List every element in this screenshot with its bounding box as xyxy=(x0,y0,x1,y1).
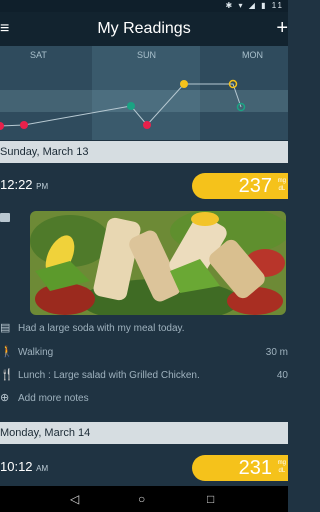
meal-text: Lunch : Large salad with Grilled Chicken… xyxy=(18,370,200,381)
activity-text: Walking xyxy=(18,347,54,358)
series-line xyxy=(0,83,242,127)
camera-icon[interactable] xyxy=(0,213,10,222)
reading-time: 12:22 PM xyxy=(0,177,48,192)
add-icon[interactable]: + xyxy=(276,17,288,40)
day-header-label: Sunday, March 13 xyxy=(0,146,89,158)
note-icon: ▤ xyxy=(0,322,11,334)
app-bar: ≡ My Readings + xyxy=(0,12,288,46)
reading-time-ampm: AM xyxy=(36,464,49,473)
reading-time-value: 12:22 xyxy=(0,177,33,192)
reading-point-3 xyxy=(127,102,135,110)
reading-point-5 xyxy=(180,80,188,88)
add-notes-label: Add more notes xyxy=(18,393,89,404)
add-circle-icon: ⊕ xyxy=(0,392,10,404)
glucose-unit-bottom: dL xyxy=(278,186,286,192)
meal-photo-image xyxy=(30,211,286,315)
glucose-value-pill[interactable]: 231 mg dL xyxy=(192,455,288,481)
meal-photo[interactable] xyxy=(30,211,286,315)
glucose-value-pill[interactable]: 237 mg dL xyxy=(192,173,288,199)
day-header: Monday, March 14 xyxy=(0,422,288,444)
glucose-value: 237 xyxy=(238,175,272,197)
activity-row[interactable]: 🚶 Walking 30 m xyxy=(0,344,288,362)
activity-duration: 30 m xyxy=(265,347,288,358)
glucose-unit-bottom: dL xyxy=(278,468,286,474)
status-icons: ✱ ▾ ◢ ▮ 11 xyxy=(225,1,284,10)
reading-point-1 xyxy=(0,122,4,130)
reading-point-4 xyxy=(143,121,151,129)
fork-knife-icon: 🍴 xyxy=(0,369,14,381)
system-nav-bar: ◁ ○ □ xyxy=(0,486,288,512)
glucose-unit-top: mg xyxy=(277,460,286,466)
readings-chart[interactable]: SAT SUN MON xyxy=(0,46,288,140)
day-header-label: Monday, March 14 xyxy=(0,427,91,439)
glucose-unit: mg dL xyxy=(278,459,286,475)
note-text: Had a large soda with my meal today. xyxy=(18,323,185,334)
reading-point-2 xyxy=(20,121,28,129)
meal-value: 40 xyxy=(276,370,288,381)
home-icon[interactable]: ○ xyxy=(138,492,145,506)
glucose-unit-top: mg xyxy=(277,178,286,184)
reading-time: 10:12 AM xyxy=(0,459,48,474)
walking-icon: 🚶 xyxy=(0,346,14,358)
glucose-value: 231 xyxy=(238,457,272,479)
page-title: My Readings xyxy=(97,20,191,37)
reading-time-ampm: PM xyxy=(36,182,49,191)
back-icon[interactable]: ◁ xyxy=(70,492,79,506)
status-bar: ✱ ▾ ◢ ▮ 11 xyxy=(0,0,288,12)
note-row[interactable]: ▤ Had a large soda with my meal today. xyxy=(0,320,288,338)
glucose-unit: mg dL xyxy=(278,177,286,193)
add-notes-row[interactable]: ⊕ Add more notes xyxy=(0,390,288,408)
meal-row[interactable]: 🍴 Lunch : Large salad with Grilled Chick… xyxy=(0,367,288,385)
day-header: Sunday, March 13 xyxy=(0,141,288,163)
recents-icon[interactable]: □ xyxy=(207,492,214,506)
chart-plot xyxy=(0,79,246,130)
reading-time-value: 10:12 xyxy=(0,459,33,474)
